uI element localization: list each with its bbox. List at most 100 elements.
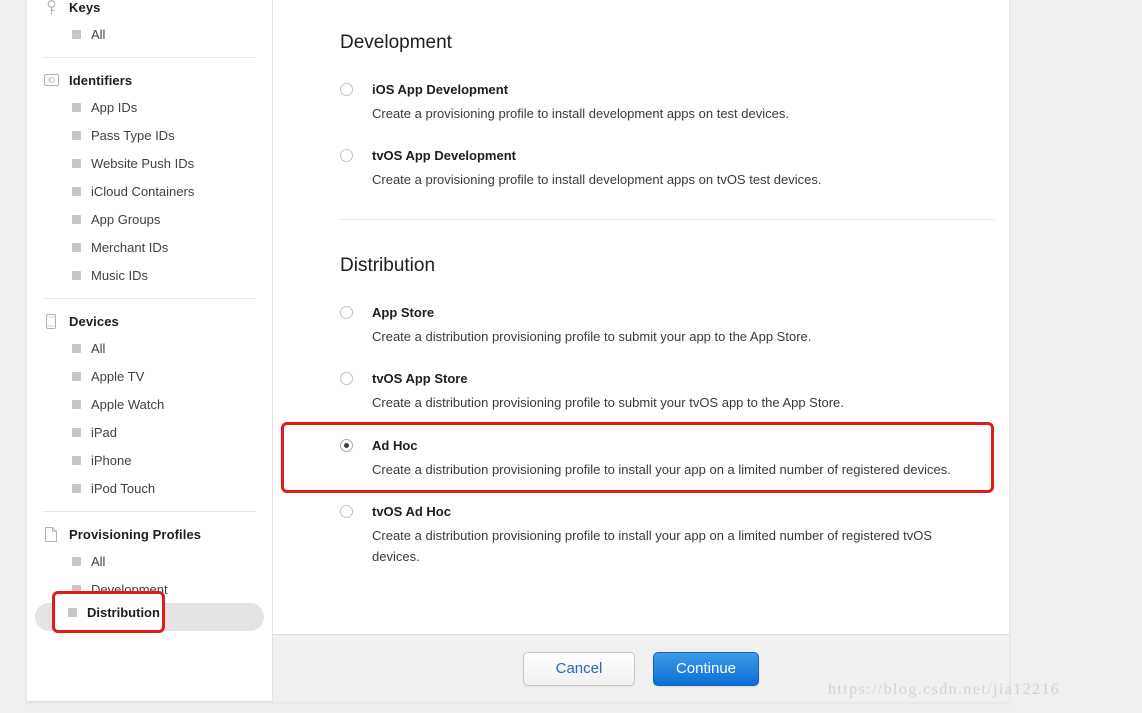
sidebar-item-iphone[interactable]: iPhone: [35, 446, 264, 474]
sidebar-header-label: Devices: [69, 313, 119, 329]
main-card: Keys All ID Identifiers App IDs Pass Typ…: [27, 0, 1009, 702]
bullet-icon: [72, 427, 81, 437]
sidebar-item-label: iCloud Containers: [91, 183, 195, 199]
sidebar-item-label: Apple Watch: [91, 396, 165, 412]
radio-ad-hoc[interactable]: [340, 439, 353, 452]
radio-ios-app-development[interactable]: [340, 83, 353, 96]
sidebar-divider: [43, 511, 256, 512]
sidebar-item-label: Distribution: [91, 609, 164, 625]
sidebar-item-label: App IDs: [91, 99, 138, 115]
sidebar-header-keys: Keys: [27, 0, 272, 20]
sidebar-item-label: Music IDs: [91, 267, 149, 283]
option-description: Create a provisioning profile to install…: [372, 106, 789, 121]
svg-text:ID: ID: [48, 77, 55, 84]
sidebar-item-label: iPhone: [91, 452, 132, 468]
sidebar-nav[interactable]: Keys All ID Identifiers App IDs Pass Typ…: [27, 0, 273, 701]
sidebar-item-icloud-containers[interactable]: iCloud Containers: [35, 177, 264, 205]
sidebar-item-keys-all[interactable]: All: [35, 20, 264, 48]
sidebar-item-apple-watch[interactable]: Apple Watch: [35, 390, 264, 418]
cancel-button[interactable]: Cancel: [522, 651, 635, 686]
sidebar-item-label: All: [91, 26, 106, 42]
bullet-icon: [72, 612, 81, 622]
option-title: tvOS Ad Hoc: [372, 504, 451, 519]
id-badge-icon: ID: [43, 72, 59, 89]
bullet-icon: [72, 158, 81, 168]
sidebar-item-label: iPod Touch: [91, 480, 156, 496]
sidebar-header-identifiers: ID Identifiers: [27, 67, 272, 93]
sidebar-divider: [43, 298, 256, 299]
sidebar-section-identifiers: ID Identifiers App IDs Pass Type IDs Web…: [27, 67, 272, 289]
option-description: Create a distribution provisioning profi…: [372, 528, 933, 564]
radio-tvos-ad-hoc[interactable]: [340, 505, 353, 518]
bullet-icon: [72, 399, 81, 409]
sidebar-item-profiles-development[interactable]: Development: [35, 575, 264, 603]
section-distribution: Distribution App Store Create a distribu…: [340, 255, 1009, 567]
radio-tvos-app-development[interactable]: [340, 149, 353, 162]
sidebar-item-label: All: [91, 553, 106, 569]
bullet-icon: [72, 584, 81, 594]
option-title: Ad Hoc: [372, 438, 418, 453]
bullet-icon: [72, 371, 81, 381]
sidebar-item-profiles-distribution[interactable]: Distribution: [35, 603, 264, 631]
sidebar-item-ipad[interactable]: iPad: [35, 418, 264, 446]
sidebar-item-label: iPad: [91, 424, 118, 440]
development-options[interactable]: iOS App Development Create a provisionin…: [340, 81, 995, 190]
sidebar-section-keys: Keys All: [27, 0, 272, 48]
option-description: Create a distribution provisioning profi…: [372, 462, 951, 477]
option-tvos-app-development[interactable]: tvOS App Development Create a provisioni…: [340, 147, 995, 190]
section-development: Development iOS App Development Create a…: [340, 32, 995, 190]
bullet-icon: [72, 186, 81, 196]
sidebar-item-merchant-ids[interactable]: Merchant IDs: [35, 233, 264, 261]
option-tvos-ad-hoc[interactable]: tvOS Ad Hoc Create a distribution provis…: [340, 503, 1009, 567]
sidebar-item-label: Website Push IDs: [91, 155, 195, 171]
radio-tvos-app-store[interactable]: [340, 372, 353, 385]
bullet-icon: [72, 102, 81, 112]
sidebar-header-label: Keys: [69, 0, 101, 15]
radio-app-store[interactable]: [340, 306, 353, 319]
sidebar-item-label: Development: [91, 581, 168, 597]
option-ios-app-development[interactable]: iOS App Development Create a provisionin…: [340, 81, 995, 124]
option-app-store[interactable]: App Store Create a distribution provisio…: [340, 304, 1009, 347]
section-title-development: Development: [340, 32, 452, 53]
option-title: tvOS App Store: [372, 371, 468, 386]
distribution-options[interactable]: App Store Create a distribution provisio…: [340, 304, 1009, 567]
sidebar-item-app-groups[interactable]: App Groups: [35, 205, 264, 233]
bullet-icon: [72, 130, 81, 140]
key-icon: [43, 0, 59, 16]
sidebar-item-apple-tv[interactable]: Apple TV: [35, 362, 264, 390]
section-divider: [340, 219, 995, 220]
sidebar-item-pass-type-ids[interactable]: Pass Type IDs: [35, 121, 264, 149]
sidebar-section-devices: Devices All Apple TV Apple Watch iPad iP…: [27, 308, 272, 502]
section-title-distribution: Distribution: [340, 255, 436, 276]
content-panel: Development iOS App Development Create a…: [273, 0, 1009, 701]
bullet-icon: [72, 455, 81, 465]
bullet-icon: [72, 214, 81, 224]
option-tvos-app-store[interactable]: tvOS App Store Create a distribution pro…: [340, 370, 1009, 413]
bullet-icon: [72, 343, 81, 353]
sidebar-item-label: Pass Type IDs: [91, 127, 175, 143]
sidebar-header-label: Provisioning Profiles: [69, 526, 202, 542]
profile-type-form: Development iOS App Development Create a…: [273, 0, 1009, 634]
sidebar-sections: Keys All ID Identifiers App IDs Pass Typ…: [27, 0, 272, 631]
option-description: Create a distribution provisioning profi…: [372, 329, 812, 344]
bullet-icon: [72, 242, 81, 252]
option-title: iOS App Development: [372, 82, 509, 97]
sidebar-header-label: Identifiers: [69, 72, 133, 88]
sidebar-item-devices-all[interactable]: All: [35, 334, 264, 362]
sidebar-item-website-push-ids[interactable]: Website Push IDs: [35, 149, 264, 177]
sidebar-item-music-ids[interactable]: Music IDs: [35, 261, 264, 289]
bullet-icon: [72, 556, 81, 566]
sidebar-item-label: Merchant IDs: [91, 239, 169, 255]
sidebar-item-ipod-touch[interactable]: iPod Touch: [35, 474, 264, 502]
sidebar-item-label: All: [91, 340, 106, 356]
sidebar-item-app-ids[interactable]: App IDs: [35, 93, 264, 121]
watermark-text: https://blog.csdn.net/jia12216: [828, 681, 1061, 698]
sidebar-header-devices: Devices: [27, 308, 272, 334]
option-description: Create a distribution provisioning profi…: [372, 395, 844, 410]
sidebar-section-provisioning-profiles: Provisioning Profiles All Development Di…: [27, 521, 272, 631]
bullet-icon: [72, 483, 81, 493]
continue-button[interactable]: Continue: [652, 651, 760, 686]
document-icon: [43, 526, 59, 543]
option-ad-hoc[interactable]: Ad Hoc Create a distribution provisionin…: [340, 437, 1009, 480]
sidebar-item-profiles-all[interactable]: All: [35, 547, 264, 575]
